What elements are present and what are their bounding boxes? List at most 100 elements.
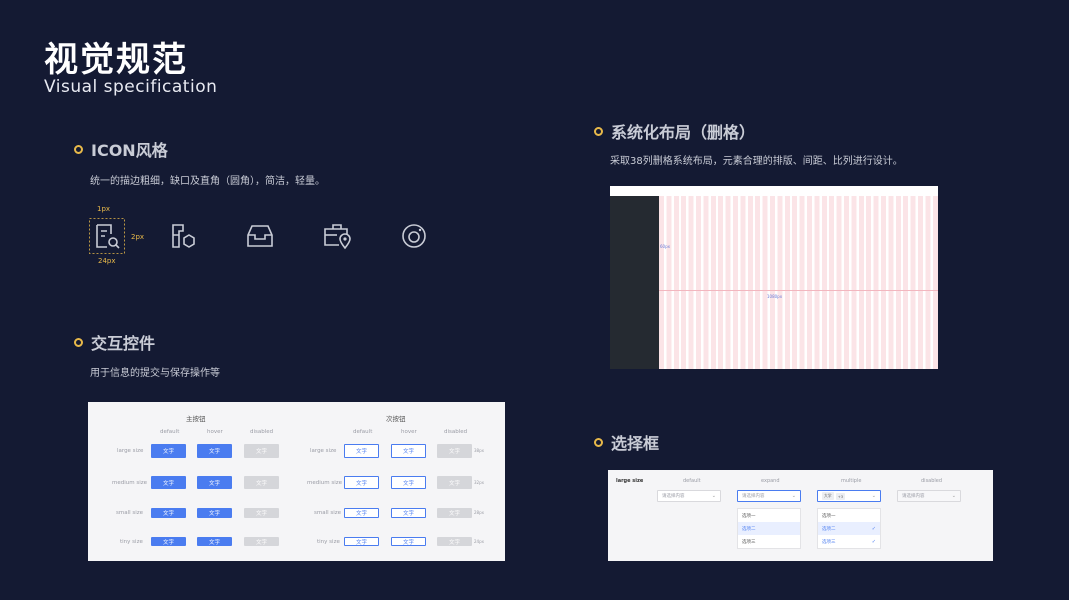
dropdown-option-selected[interactable]: 选项二 ✓ bbox=[818, 522, 880, 535]
size-label: medium size bbox=[112, 480, 148, 486]
secondary-button-medium-hover[interactable]: 文字 bbox=[391, 476, 426, 489]
selected-tag[interactable]: 大学 bbox=[822, 492, 834, 500]
size-label: large size bbox=[117, 448, 144, 454]
select-expand[interactable]: 请选择内容 ⌄ bbox=[737, 490, 801, 502]
primary-button-medium-hover[interactable]: 文字 bbox=[197, 476, 232, 489]
more-tag[interactable]: +3 bbox=[835, 492, 846, 500]
height-label: 28px bbox=[474, 510, 484, 515]
size-label: tiny size bbox=[120, 539, 143, 545]
select-multiple-dropdown: 选项一 选项二 ✓ 选项三 ✓ bbox=[817, 508, 881, 549]
primary-button-tiny-default[interactable]: 文字 bbox=[151, 537, 186, 546]
puzzle-hexagon-icon bbox=[172, 224, 195, 248]
inbox-tray-icon bbox=[247, 225, 273, 247]
secondary-button-small-hover[interactable]: 文字 bbox=[391, 508, 426, 518]
secondary-button-heading: 次按钮 bbox=[386, 415, 406, 423]
state-header: default bbox=[353, 429, 373, 435]
secondary-button-tiny-disabled: 文字 bbox=[437, 537, 472, 546]
select-column-header: disabled bbox=[921, 478, 943, 484]
spec-gap-label: 2px bbox=[131, 233, 145, 241]
primary-button-heading: 主按钮 bbox=[186, 415, 206, 423]
chevron-down-icon: ⌄ bbox=[951, 493, 956, 499]
document-search-icon bbox=[89, 218, 125, 254]
secondary-button-small-disabled: 文字 bbox=[437, 508, 472, 518]
dropdown-option[interactable]: 选项一 bbox=[818, 509, 880, 522]
dropdown-option[interactable]: 选项一 bbox=[738, 509, 800, 522]
height-label: 24px bbox=[474, 539, 484, 544]
grid-section-title: 系统化布局（删格） bbox=[594, 119, 755, 143]
select-section-title: 选择框 bbox=[594, 430, 659, 454]
bullet-dot-icon bbox=[74, 144, 83, 154]
icon-section-title-text: ICON风格 bbox=[91, 141, 168, 160]
option-label: 选项三 bbox=[822, 539, 836, 545]
grid-columns bbox=[659, 196, 938, 369]
select-default[interactable]: 请选择内容 ⌄ bbox=[657, 490, 721, 502]
grid-sidebar bbox=[610, 196, 659, 369]
buttons-preview-panel: 主按钮 次按钮 default hover disabled default h… bbox=[88, 402, 505, 561]
state-header: default bbox=[160, 429, 180, 435]
height-label: 38px bbox=[474, 448, 484, 453]
primary-button-small-hover[interactable]: 文字 bbox=[197, 508, 232, 518]
secondary-button-tiny-default[interactable]: 文字 bbox=[344, 537, 379, 546]
grid-section-description: 采取38列删格系统布局，元素合理的排版、间距、比列进行设计。 bbox=[610, 156, 903, 167]
option-label: 选项二 bbox=[822, 526, 836, 532]
primary-button-large-disabled: 文字 bbox=[244, 444, 279, 458]
secondary-button-small-default[interactable]: 文字 bbox=[344, 508, 379, 518]
dropdown-option[interactable]: 选项三 bbox=[738, 535, 800, 548]
primary-button-tiny-disabled: 文字 bbox=[244, 537, 279, 546]
secondary-button-tiny-hover[interactable]: 文字 bbox=[391, 537, 426, 546]
bullet-dot-icon bbox=[594, 126, 603, 136]
briefcase-location-icon bbox=[324, 224, 351, 250]
secondary-button-large-hover[interactable]: 文字 bbox=[391, 444, 426, 458]
secondary-button-large-disabled: 文字 bbox=[437, 444, 472, 458]
select-preview-panel: large size default expand multiple disab… bbox=[608, 470, 993, 561]
size-label: small size bbox=[314, 510, 342, 516]
size-label: medium size bbox=[307, 480, 343, 486]
select-section-title-text: 选择框 bbox=[611, 434, 660, 453]
page-subtitle: Visual specification bbox=[44, 77, 218, 97]
primary-button-medium-disabled: 文字 bbox=[244, 476, 279, 489]
option-label: 选项一 bbox=[822, 513, 836, 519]
state-header: hover bbox=[207, 429, 223, 435]
dropdown-option-selected[interactable]: 选项三 ✓ bbox=[818, 535, 880, 548]
select-placeholder: 请选择内容 bbox=[902, 494, 925, 499]
select-column-header: expand bbox=[761, 478, 780, 484]
chevron-down-icon: ⌄ bbox=[791, 493, 796, 499]
spec-size-label: 24px bbox=[98, 257, 116, 265]
page-title: 视觉规范 bbox=[44, 40, 188, 80]
icon-section-description: 统一的描边粗细，缺口及直角（圆角），简洁，轻量。 bbox=[90, 176, 325, 187]
select-placeholder: 请选择内容 bbox=[662, 494, 685, 499]
select-column-header: multiple bbox=[841, 478, 862, 484]
primary-button-medium-default[interactable]: 文字 bbox=[151, 476, 186, 489]
bullet-dot-icon bbox=[594, 437, 603, 447]
dropdown-option-active[interactable]: 选项二 bbox=[738, 522, 800, 535]
bullet-dot-icon bbox=[74, 337, 83, 347]
state-header: disabled bbox=[250, 429, 274, 435]
select-placeholder: 请选择内容 bbox=[742, 494, 765, 499]
secondary-button-medium-disabled: 文字 bbox=[437, 476, 472, 489]
primary-button-small-default[interactable]: 文字 bbox=[151, 508, 186, 518]
check-icon: ✓ bbox=[871, 525, 876, 532]
size-label: small size bbox=[116, 510, 144, 516]
spec-stroke-label: 1px bbox=[97, 205, 111, 213]
grid-center-label: 1080px bbox=[767, 294, 783, 299]
chevron-down-icon: ⌄ bbox=[711, 493, 716, 499]
grid-guide-line bbox=[659, 290, 938, 291]
state-header: hover bbox=[401, 429, 417, 435]
select-expand-dropdown: 选项一 选项二 选项三 bbox=[737, 508, 801, 549]
controls-section-description: 用于信息的提交与保存操作等 bbox=[90, 368, 220, 379]
chevron-down-icon: ⌄ bbox=[871, 493, 876, 499]
grid-section-title-text: 系统化布局（删格） bbox=[611, 123, 756, 142]
secondary-button-large-default[interactable]: 文字 bbox=[344, 444, 379, 458]
primary-button-large-default[interactable]: 文字 bbox=[151, 444, 186, 458]
icon-section-title: ICON风格 bbox=[74, 137, 168, 161]
select-multiple[interactable]: 大学 +3 ⌄ bbox=[817, 490, 881, 502]
size-label: large size bbox=[310, 448, 337, 454]
select-column-header: default bbox=[683, 478, 701, 484]
primary-button-tiny-hover[interactable]: 文字 bbox=[197, 537, 232, 546]
primary-button-small-disabled: 文字 bbox=[244, 508, 279, 518]
select-row-label: large size bbox=[616, 478, 644, 484]
size-label: tiny size bbox=[317, 539, 340, 545]
primary-button-large-hover[interactable]: 文字 bbox=[197, 444, 232, 458]
secondary-button-medium-default[interactable]: 文字 bbox=[344, 476, 379, 489]
state-header: disabled bbox=[444, 429, 468, 435]
